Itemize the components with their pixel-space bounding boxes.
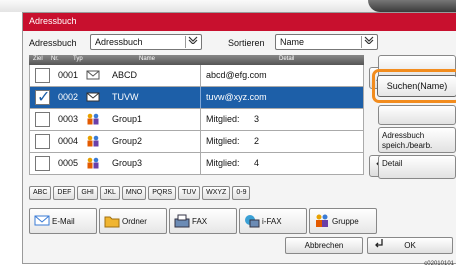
row-checkbox-checked[interactable]: ✓: [35, 89, 51, 106]
row-name: Group2: [112, 136, 143, 146]
side-hidden-button[interactable]: [378, 105, 456, 125]
figure-code: c02010101: [424, 261, 454, 267]
edit-label-line1: Adressbuch: [382, 131, 425, 140]
address-book-screen: Adressbuch Adressbuch Adressbuch Sortier…: [22, 12, 456, 264]
envelope-icon: [86, 91, 100, 104]
row-number: 0002: [58, 92, 79, 102]
table-row[interactable]: 0005 Group3 Mitglied: 4: [29, 153, 364, 175]
row-number: 0005: [58, 158, 79, 168]
column-divider: [200, 65, 201, 86]
table-header: Ziel Nr. Typ Name Detail: [29, 55, 364, 65]
table-row[interactable]: 0003 Group1 Mitglied: 3: [29, 109, 364, 131]
row-name: Group1: [112, 114, 143, 124]
address-table: Ziel Nr. Typ Name Detail 0001 ABCD abcd@…: [29, 55, 364, 175]
row-detail: tuvw@xyz.com: [206, 92, 267, 102]
alpha-mno-button[interactable]: MNO: [121, 186, 147, 200]
envelope-icon: [86, 69, 100, 82]
folder-button[interactable]: Ordner: [99, 208, 167, 234]
alpha-ghi-button[interactable]: GHI: [77, 186, 98, 200]
title-bar: Adressbuch: [23, 13, 456, 31]
alpha-abc-button[interactable]: ABC: [29, 186, 52, 200]
email-label: E-Mail: [52, 217, 75, 226]
header-target: Ziel: [33, 56, 43, 62]
group-icon: [86, 157, 100, 170]
group-icon: [86, 113, 100, 126]
row-number: 0004: [58, 136, 79, 146]
ok-button[interactable]: OK: [367, 237, 453, 254]
detail-button[interactable]: Detail: [378, 155, 456, 179]
row-number: 0001: [58, 70, 79, 80]
group-button[interactable]: Gruppe: [309, 208, 377, 234]
alpha-wxyz-button[interactable]: WXYZ: [202, 186, 231, 200]
edit-label-line2: speich./bearb.: [382, 141, 433, 150]
row-number: 0003: [58, 114, 79, 124]
header-name: Name: [139, 56, 156, 62]
folder-label: Ordner: [122, 217, 147, 226]
checkmark-icon: ✓: [37, 89, 51, 106]
top-strip: [0, 0, 456, 12]
column-divider: [200, 131, 201, 152]
folder-icon: [104, 214, 120, 230]
chevron-down-icon: [185, 36, 199, 48]
group-icon: [314, 214, 330, 230]
enter-icon: [374, 238, 384, 255]
fax-label: FAX: [192, 217, 208, 226]
alphabet-bar: ABC DEF GHI JKL MNO PQRS TUV WXYZ 0-9: [29, 186, 251, 200]
addressbook-label: Adressbuch: [29, 38, 77, 48]
fax-icon: [174, 214, 190, 230]
row-checkbox[interactable]: [35, 156, 50, 171]
alpha-pqrs-button[interactable]: PQRS: [148, 186, 177, 200]
addressbook-select[interactable]: Adressbuch: [90, 34, 202, 50]
ok-label: OK: [404, 241, 416, 250]
alpha-def-button[interactable]: DEF: [53, 186, 76, 200]
row-detail: abcd@efg.com: [206, 70, 267, 80]
sort-select-value: Name: [280, 37, 305, 47]
row-checkbox[interactable]: [35, 112, 50, 127]
alpha-tuv-button[interactable]: TUV: [178, 186, 201, 200]
row-detail-label: Mitglied:: [206, 158, 240, 168]
row-detail-value: 4: [254, 158, 260, 168]
table-row[interactable]: 0004 Group2 Mitglied: 2: [29, 131, 364, 153]
column-divider: [200, 153, 201, 174]
row-name: Group3: [112, 158, 143, 168]
ifax-label: i-FAX: [262, 217, 282, 226]
row-detail-label: Mitglied:: [206, 136, 240, 146]
cancel-button[interactable]: Abbrechen: [285, 237, 363, 254]
ifax-icon: [244, 214, 260, 230]
group-icon: [86, 135, 100, 148]
header-type: Typ: [73, 56, 83, 62]
sort-label: Sortieren: [228, 38, 265, 48]
search-name-label: Suchen(Name): [386, 81, 448, 91]
column-divider: [200, 87, 201, 108]
group-label: Gruppe: [332, 217, 359, 226]
cancel-label: Abbrechen: [304, 241, 344, 250]
row-name: ABCD: [112, 70, 138, 80]
window-title: Adressbuch: [29, 16, 77, 26]
table-row-selected[interactable]: ✓ 0002 TUVW tuvw@xyz.com: [29, 87, 364, 109]
ifax-button[interactable]: i-FAX: [239, 208, 307, 234]
detail-label: Detail: [382, 159, 403, 168]
top-dark-corner: [368, 0, 456, 12]
table-row[interactable]: 0001 ABCD abcd@efg.com: [29, 65, 364, 87]
row-checkbox[interactable]: [35, 68, 50, 83]
email-button[interactable]: E-Mail: [29, 208, 97, 234]
category-buttons: E-Mail Ordner FAX i-FAX Gruppe: [29, 208, 379, 234]
row-checkbox[interactable]: [35, 134, 50, 149]
email-icon: [34, 214, 50, 229]
header-detail: Detail: [279, 56, 295, 62]
column-divider: [200, 109, 201, 130]
addressbook-select-value: Adressbuch: [95, 37, 143, 47]
row-detail-value: 2: [254, 136, 260, 146]
sort-select[interactable]: Name: [275, 34, 378, 50]
row-detail-value: 3: [254, 114, 260, 124]
alpha-jkl-button[interactable]: JKL: [99, 186, 120, 200]
alpha-09-button[interactable]: 0-9: [232, 186, 251, 200]
row-detail-label: Mitglied:: [206, 114, 240, 124]
header-nr: Nr.: [51, 56, 59, 62]
row-name: TUVW: [112, 92, 139, 102]
addressbook-edit-button[interactable]: Adressbuch speich./bearb.: [378, 127, 456, 153]
search-name-button[interactable]: Suchen(Name): [377, 75, 456, 97]
chevron-down-icon: [361, 36, 375, 48]
fax-button[interactable]: FAX: [169, 208, 237, 234]
